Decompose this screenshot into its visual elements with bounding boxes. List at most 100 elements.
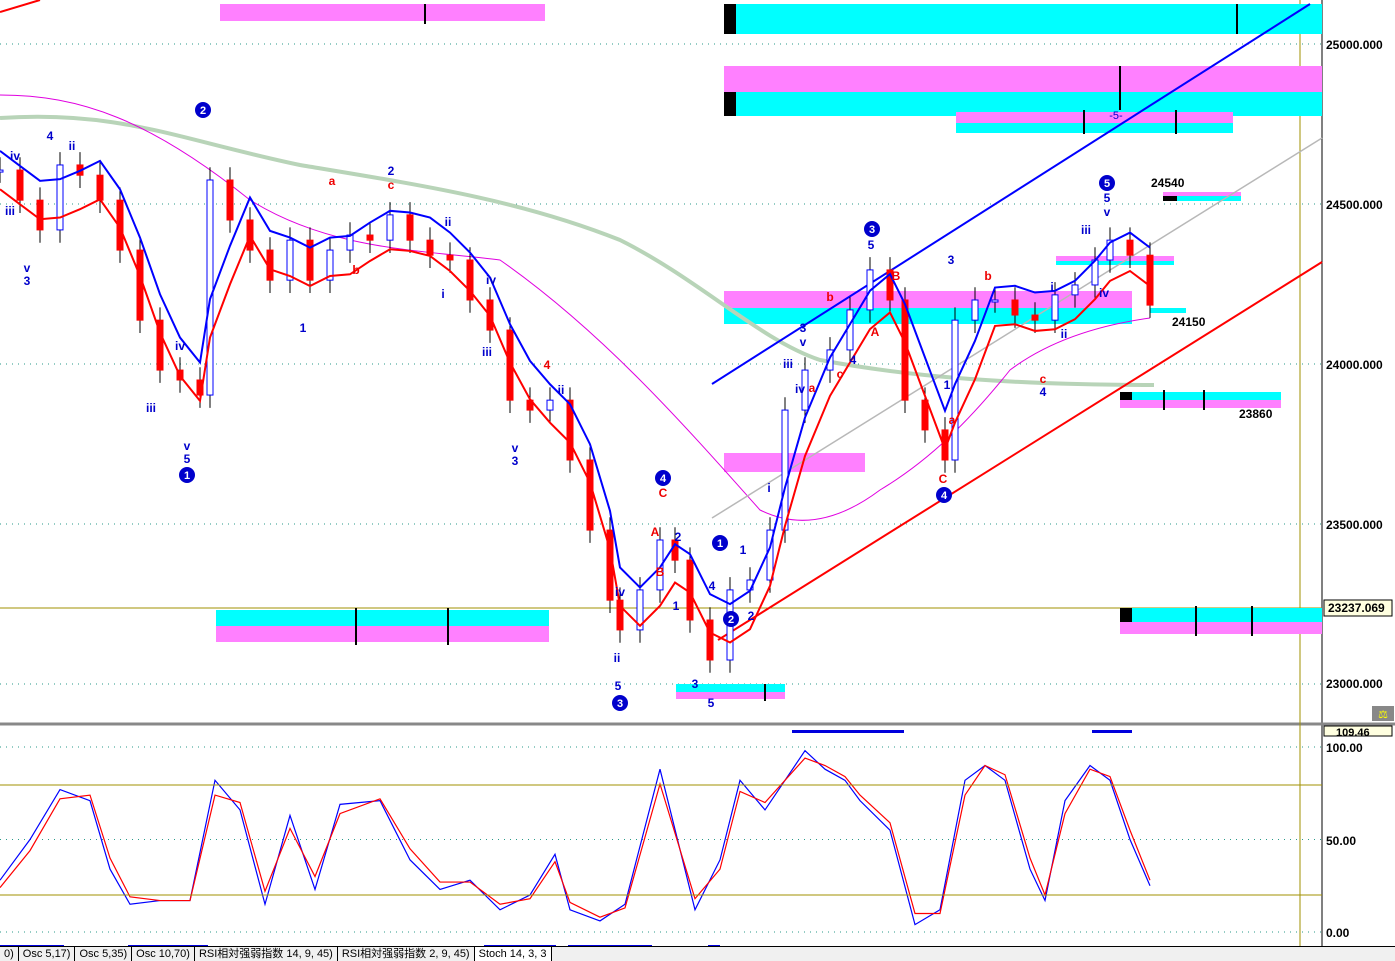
- tab-stoch[interactable]: Stoch 14, 3, 3: [474, 947, 552, 961]
- tab-osc-10-70[interactable]: Osc 10,70): [132, 947, 195, 961]
- svg-text:b: b: [352, 263, 359, 277]
- scale-icon-glyph: ⚖: [1378, 709, 1388, 721]
- candle: [706, 619, 714, 661]
- candle: [1126, 239, 1134, 256]
- tick-0: 0.00: [1326, 926, 1350, 940]
- candle: [1031, 314, 1039, 321]
- stochastic-series: [0, 749, 1151, 926]
- svg-text:1: 1: [740, 543, 747, 557]
- current-price-label: 23237.069: [1328, 601, 1385, 615]
- svg-text:A: A: [651, 525, 660, 539]
- tab-osc-5-17[interactable]: Osc 5,17): [19, 947, 76, 961]
- svg-text:3: 3: [800, 321, 807, 335]
- svg-text:c: c: [388, 178, 395, 192]
- level-label-24540: 24540: [1151, 176, 1185, 190]
- candle: [286, 239, 294, 281]
- tick-100: 100.00: [1326, 741, 1363, 755]
- svg-text:a: a: [809, 381, 816, 395]
- svg-text:ii: ii: [445, 215, 452, 229]
- candle: [56, 164, 64, 231]
- svg-text:iii: iii: [146, 401, 156, 415]
- osc-top-label: 109.46: [1336, 727, 1370, 739]
- svg-text:iv: iv: [486, 273, 496, 287]
- candle: [846, 309, 854, 351]
- svg-text:iv: iv: [615, 585, 625, 599]
- svg-text:B: B: [892, 269, 901, 283]
- svg-text:B: B: [656, 565, 665, 579]
- wave-marker-2: 2: [200, 105, 206, 117]
- svg-text:v: v: [24, 261, 31, 275]
- svg-text:iv: iv: [795, 382, 805, 396]
- svg-text:ii: ii: [1061, 327, 1068, 341]
- zone-label: -5-: [1109, 110, 1123, 122]
- signal-bars: [0, 730, 1132, 946]
- svg-text:1: 1: [944, 378, 951, 392]
- svg-text:C: C: [939, 472, 948, 486]
- wave-marker-3: 3: [617, 698, 623, 710]
- candle: [136, 249, 144, 321]
- tab-rsi-14[interactable]: RSI相対强弱指数 14, 9, 45): [195, 947, 338, 961]
- svg-text:5: 5: [615, 679, 622, 693]
- svg-text:v: v: [800, 335, 807, 349]
- svg-text:b: b: [984, 269, 991, 283]
- chart-canvas[interactable]: iviiiv3 4iiiiiiv v512 iiiiviii v3ii ivii…: [0, 0, 1395, 946]
- price-axis[interactable]: 25000.000 24500.000 24000.000 23500.000 …: [1326, 38, 1383, 691]
- svg-text:v: v: [1104, 205, 1111, 219]
- svg-text:i: i: [767, 481, 770, 495]
- svg-text:3: 3: [512, 454, 519, 468]
- svg-text:iii: iii: [1081, 223, 1091, 237]
- svg-text:c: c: [837, 367, 844, 381]
- candle: [1051, 294, 1059, 321]
- wave-marker-5b: 5: [1104, 178, 1110, 190]
- svg-text:c: c: [1040, 372, 1047, 386]
- svg-text:iv: iv: [1099, 286, 1109, 300]
- svg-text:4: 4: [850, 353, 857, 367]
- svg-text:iii: iii: [5, 204, 15, 218]
- svg-text:1: 1: [673, 599, 680, 613]
- candle: [386, 214, 394, 241]
- tab-osc-5-35[interactable]: Osc 5,35): [75, 947, 133, 961]
- svg-text:a: a: [329, 174, 336, 188]
- candle: [426, 239, 434, 256]
- svg-text:v: v: [512, 441, 519, 455]
- svg-text:b: b: [826, 290, 833, 304]
- svg-text:a: a: [949, 413, 956, 427]
- candle: [446, 254, 454, 261]
- svg-text:v: v: [184, 439, 191, 453]
- wave-marker-3b: 3: [869, 224, 875, 236]
- tick-24000: 24000.000: [1326, 358, 1383, 372]
- svg-text:2: 2: [675, 530, 682, 544]
- candle: [366, 234, 374, 241]
- svg-text:2: 2: [748, 609, 755, 623]
- svg-text:A: A: [871, 325, 880, 339]
- svg-text:5: 5: [1104, 191, 1111, 205]
- tick-23000: 23000.000: [1326, 677, 1383, 691]
- candle: [586, 459, 594, 531]
- svg-text:5: 5: [708, 696, 715, 710]
- svg-text:3: 3: [948, 253, 955, 267]
- svg-text:4: 4: [544, 358, 551, 372]
- svg-text:iii: iii: [783, 357, 793, 371]
- svg-text:3: 3: [24, 274, 31, 288]
- svg-text:5: 5: [184, 452, 191, 466]
- svg-text:ii: ii: [69, 139, 76, 153]
- svg-text:ii: ii: [614, 651, 621, 665]
- stoch-D-line: [0, 757, 1151, 918]
- candle: [406, 214, 414, 241]
- candle: [346, 234, 354, 251]
- candle: [96, 174, 104, 201]
- candle: [1071, 284, 1079, 296]
- candle: [546, 399, 554, 411]
- candle: [921, 399, 929, 431]
- tab-0[interactable]: 0): [0, 947, 19, 961]
- candle: [16, 169, 24, 201]
- osc-axis[interactable]: 100.00 50.00 0.00: [1326, 741, 1363, 940]
- tab-rsi-2[interactable]: RSI相対强弱指数 2, 9, 45): [338, 947, 475, 961]
- svg-text:i: i: [1050, 280, 1053, 294]
- tick-25000: 25000.000: [1326, 38, 1383, 52]
- svg-text:i: i: [441, 287, 444, 301]
- svg-text:2: 2: [388, 164, 395, 178]
- wave-marker-4: 4: [660, 473, 667, 485]
- wave-marker-1b: 1: [717, 538, 723, 550]
- wave-marker-4b: 4: [941, 490, 948, 502]
